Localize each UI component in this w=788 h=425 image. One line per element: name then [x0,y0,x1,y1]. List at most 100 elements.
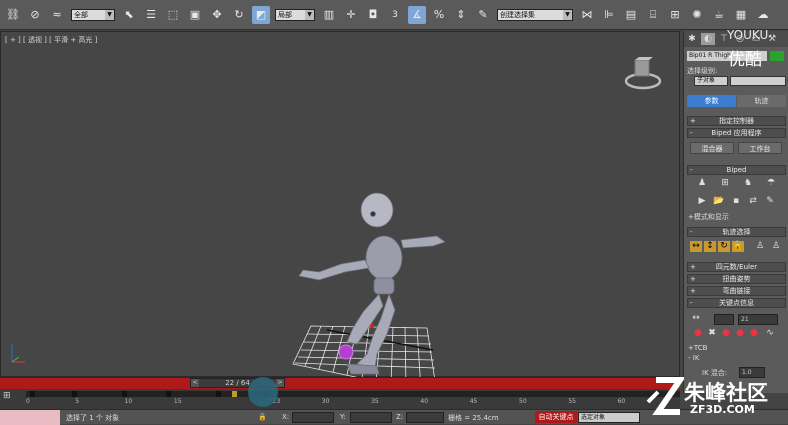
edit-named-selection-icon[interactable]: ✎ [474,6,492,24]
select-scale-icon[interactable]: ◩ [252,5,270,24]
timeline-tick-label: 50 [519,398,527,405]
key-track[interactable] [26,391,680,397]
z-coord-field[interactable] [406,412,444,423]
pivot-icon[interactable]: ▥ [320,6,338,24]
named-selection-dropdown[interactable]: 创建选择集 ▼ [497,8,573,21]
y-coord-field[interactable] [350,412,392,423]
bind-spacewarp-icon[interactable]: ≈ [48,6,66,24]
set-key-icon[interactable]: ● [692,328,704,339]
tab-tracks[interactable]: 轨迹 [737,95,786,107]
youku-watermark-cn: 优酷 [728,50,762,70]
align-icon[interactable]: ⊫ [600,6,618,24]
timeline-tick-label: 40 [420,398,429,405]
delete-key-icon[interactable]: ✖ [706,328,718,339]
x-coord-field[interactable] [292,412,334,423]
render-icon[interactable]: ☁ [754,6,772,24]
timeline-tick-label: 35 [371,398,379,405]
manipulate-icon[interactable]: ✛ [342,6,360,24]
ik-label[interactable]: - IK [688,354,699,362]
angle-snap-icon[interactable]: ∡ [408,5,426,24]
select-move-icon[interactable]: ✥ [208,6,226,24]
selected-foot [338,344,354,360]
timeline-tick-label: 5 [75,398,80,405]
figure-mode-icon[interactable]: ♟ [696,178,708,189]
maxscript-listener[interactable] [0,410,60,425]
key-index-field[interactable] [714,314,734,325]
mixer-button[interactable]: 混合器 [690,142,734,154]
tcb-label[interactable]: +TCB [688,344,707,352]
select-by-name-icon[interactable]: ☰ [142,6,160,24]
curve-editor-icon[interactable]: ⊞ [3,391,11,401]
link-icon[interactable]: ⛓ [4,6,22,24]
symmetrical-icon[interactable]: ♙ [754,241,766,252]
auto-key-button[interactable]: 自动关键点 [535,411,577,423]
tab-params[interactable]: 参数 [687,95,736,107]
next-frame-icon[interactable]: > [276,379,284,387]
prev-frame-icon[interactable]: < [191,379,199,387]
axis-tripod [11,344,25,363]
lock-icon[interactable]: 🔒 [258,413,267,421]
schematic-icon[interactable]: ⊞ [666,6,684,24]
rollout-key-info[interactable]: - 关键点信息 [687,298,786,308]
biped-character[interactable] [1,32,681,378]
x-label: X: [282,413,290,421]
select-object-icon[interactable]: ⬉ [120,6,138,24]
footstep-mode-icon[interactable]: ⊞ [719,178,731,189]
rollout-track-select[interactable]: - 轨迹选择 [687,227,786,237]
trajectories-icon[interactable]: ∿ [764,328,776,339]
perspective-viewport[interactable]: [ + ] [ 透视 ] [ 平滑 + 高光 ] [0,31,681,378]
convert-icon[interactable]: ⇄ [747,196,759,207]
set-free-key-icon[interactable]: ● [748,328,760,339]
selection-status-text: 选择了 1 个 对象 [66,414,120,422]
opposite-icon[interactable]: ♙ [770,241,782,252]
body-vertical-icon[interactable]: ↕ [704,241,716,252]
keyboard-shortcut-icon[interactable]: ◘ [364,6,382,24]
window-crossing-icon[interactable]: ▣ [186,6,204,24]
snap-icon[interactable]: 3 [386,6,404,24]
unlink-icon[interactable]: ⊘ [26,6,44,24]
mirror-icon[interactable]: ⋈ [578,6,596,24]
save-file-icon[interactable]: ▪ [730,196,742,207]
mixer-mode-icon[interactable]: ☂ [765,178,777,189]
select-rotate-icon[interactable]: ↻ [230,6,248,24]
graph-editor-icon[interactable]: ⌸ [644,6,662,24]
key-time-field[interactable]: 21 [738,314,778,325]
rollout-biped[interactable]: - Biped [687,165,786,175]
rendered-frame-icon[interactable]: ▦ [732,6,750,24]
create-tab-icon[interactable]: ✱ [685,33,699,45]
youku-watermark-en: YOUKU [727,28,769,42]
ref-coord-dropdown[interactable]: 局部 ▼ [275,8,315,21]
site-watermark-url: ZF3D.COM [690,403,755,416]
rect-select-icon[interactable]: ⬚ [164,6,182,24]
rollout-biped-app[interactable]: - Biped 应用程序 [687,128,786,138]
rollout-quaternion[interactable]: + 四元数/Euler [687,262,786,272]
rollout-bend-links[interactable]: + 弯曲链接 [687,286,786,296]
set-planted-key-icon[interactable]: ● [720,328,732,339]
rollout-assign-controller[interactable]: + 指定控制器 [687,116,786,126]
motion-flow-icon[interactable]: ♞ [742,178,754,189]
spinner-snap-icon[interactable]: ⇕ [452,6,470,24]
layer-manager-icon[interactable]: ▤ [622,6,640,24]
object-color-swatch[interactable] [770,51,784,61]
load-file-icon[interactable]: 📂 [713,196,725,207]
workbench-button[interactable]: 工作台 [738,142,782,154]
sub-level-dropdown[interactable] [730,76,786,86]
move-all-icon[interactable]: ✎ [764,196,776,207]
prev-next-key-icon[interactable]: ↔ [690,313,702,324]
body-rotation-icon[interactable]: ↻ [718,241,730,252]
track-bar[interactable]: ⊞ 0 5 10 15 23 30 35 40 45 50 55 60 [0,377,680,409]
set-sliding-key-icon[interactable]: ● [734,328,746,339]
mode-display-label[interactable]: +模式和显示 [688,212,729,222]
percent-snap-icon[interactable]: % [430,6,448,24]
selection-filter-dropdown[interactable]: 全部 ▼ [71,8,115,21]
body-horizontal-icon[interactable]: ↔ [690,241,702,252]
selection-level-label: 选择级别: [687,67,718,75]
rollout-twist-pose[interactable]: + 扭曲姿势 [687,274,786,284]
material-editor-icon[interactable]: ✺ [688,6,706,24]
render-setup-icon[interactable]: ☕ [710,6,728,24]
biped-playback-icon[interactable]: ▶ [696,196,708,207]
selection-level-dropdown[interactable]: 子对象 [694,76,728,86]
lock-cog-icon[interactable]: 🔒 [732,241,744,252]
command-panel: ✱ ◐ ⊤ ◎ ▭ ⚒ Bip01 R Thigh 选择级别: 子对象 参数 轨… [683,31,788,393]
modify-tab-icon[interactable]: ◐ [701,33,715,45]
